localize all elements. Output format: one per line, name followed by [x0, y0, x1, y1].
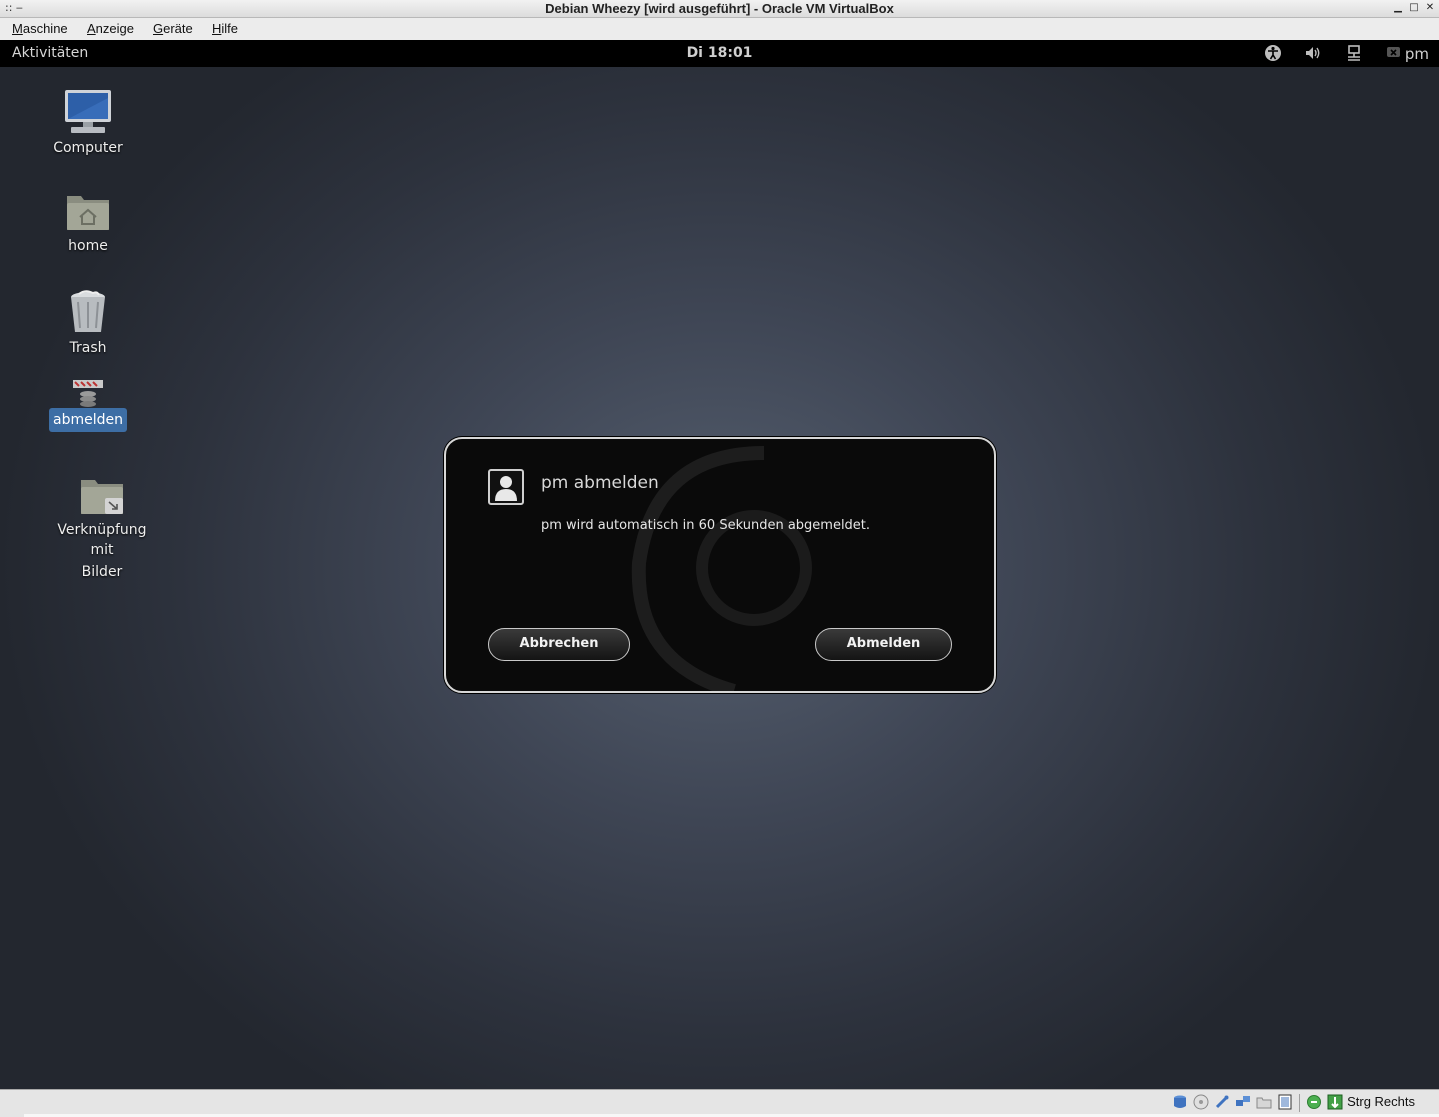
desktop-icon-label: Trash	[69, 340, 107, 356]
minimize-icon[interactable]: ▁	[1391, 1, 1405, 15]
logout-launcher-icon	[73, 380, 103, 407]
close-icon[interactable]: ✕	[1423, 1, 1437, 15]
guest-screen: Aktivitäten Di 18:01 pm Computer home Tr…	[0, 40, 1439, 1089]
desktop-icon-label-line2: Bilder	[81, 564, 123, 580]
desktop-icon-abmelden[interactable]: abmelden	[48, 372, 128, 432]
optical-drive-icon[interactable]	[1193, 1094, 1209, 1110]
window-title: Debian Wheezy [wird ausgeführt] - Oracle…	[545, 1, 894, 16]
gnome-top-panel: Aktivitäten Di 18:01 pm	[0, 40, 1439, 67]
user-status-icon[interactable]	[1386, 44, 1402, 64]
desktop-icon-home[interactable]: home	[48, 190, 128, 258]
computer-icon	[65, 90, 111, 133]
trash-icon	[71, 290, 105, 332]
accessibility-icon[interactable]	[1264, 44, 1282, 66]
logout-button[interactable]: Abmelden	[815, 628, 952, 661]
desktop-icon-trash[interactable]: Trash	[48, 288, 128, 360]
panel-clock[interactable]: Di 18:01	[0, 45, 1439, 61]
menu-maschine[interactable]: Maschine	[12, 21, 68, 36]
menu-geraete[interactable]: Geräte	[153, 21, 193, 36]
host-window-titlebar: :: ‒ Debian Wheezy [wird ausgeführt] - O…	[0, 0, 1439, 18]
network-adapter-icon[interactable]	[1235, 1094, 1251, 1110]
host-key-label[interactable]: Strg Rechts	[1347, 1094, 1415, 1109]
maximize-icon[interactable]: □	[1407, 1, 1421, 15]
volume-icon[interactable]	[1304, 44, 1322, 66]
shared-folders-icon[interactable]	[1256, 1094, 1272, 1110]
usb-icon[interactable]	[1214, 1094, 1230, 1110]
desktop-icon-label: Computer	[53, 140, 123, 156]
statusbar-separator	[1299, 1094, 1300, 1112]
network-icon[interactable]	[1345, 44, 1363, 66]
logout-dialog: pm abmelden pm wird automatisch in 60 Se…	[444, 437, 996, 693]
display-icon[interactable]	[1277, 1094, 1293, 1110]
host-statusbar: Strg Rechts	[0, 1089, 1439, 1117]
folder-link-icon	[81, 480, 123, 514]
user-menu[interactable]: pm	[1405, 45, 1429, 63]
menu-hilfe[interactable]: Hilfe	[212, 21, 238, 36]
host-menubar: Maschine Anzeige Geräte Hilfe	[0, 18, 1439, 40]
desktop-icon-label-selected: abmelden	[49, 408, 127, 432]
mouse-integration-icon[interactable]	[1327, 1094, 1343, 1110]
hard-disk-icon[interactable]	[1172, 1094, 1188, 1110]
desktop-icon-label: Verknüpfung mit	[57, 522, 147, 558]
dialog-title: pm abmelden	[541, 473, 659, 493]
menu-anzeige[interactable]: Anzeige	[87, 21, 134, 36]
user-avatar-icon	[488, 469, 524, 505]
cancel-button[interactable]: Abbrechen	[488, 628, 630, 661]
video-capture-icon[interactable]	[1306, 1094, 1322, 1110]
desktop-icon-bilder-link[interactable]: Verknüpfung mit Bilder	[40, 474, 164, 584]
dialog-message: pm wird automatisch in 60 Sekunden abgem…	[541, 518, 871, 533]
home-folder-icon	[67, 196, 109, 230]
desktop-icon-label: home	[68, 238, 108, 254]
desktop-icon-computer[interactable]: Computer	[48, 88, 128, 160]
